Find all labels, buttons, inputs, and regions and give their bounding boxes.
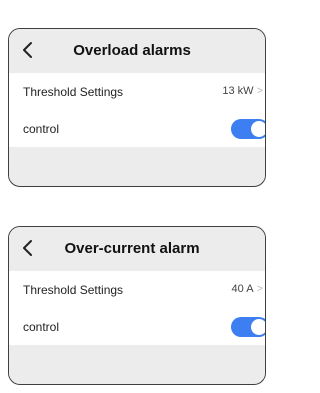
threshold-settings-row[interactable]: Threshold Settings 40 A > <box>9 271 265 308</box>
control-toggle[interactable] <box>231 119 265 139</box>
control-row: control <box>9 110 265 147</box>
page-title: Over-current alarm <box>64 240 200 257</box>
control-row: control <box>9 308 265 345</box>
control-toggle[interactable] <box>231 317 265 337</box>
panel-header: Over-current alarm <box>9 227 265 271</box>
threshold-settings-label: Threshold Settings <box>23 84 124 99</box>
settings-list: Threshold Settings 40 A > control <box>9 271 265 345</box>
toggle-knob <box>251 121 265 137</box>
control-label: control <box>23 319 60 334</box>
toggle-knob <box>251 319 265 335</box>
threshold-value: 13 kW <box>222 85 254 97</box>
threshold-value-group: 13 kW > <box>222 85 263 97</box>
threshold-value-group: 40 A > <box>232 283 263 295</box>
page-title: Overload alarms <box>73 42 191 59</box>
overload-alarms-panel: Overload alarms Threshold Settings 13 kW… <box>8 28 266 187</box>
chevron-right-icon: > <box>256 283 263 295</box>
chevron-right-icon: > <box>256 85 263 97</box>
panel-header: Overload alarms <box>9 29 265 73</box>
threshold-value: 40 A <box>231 283 254 295</box>
panel-footer <box>9 147 265 181</box>
threshold-settings-label: Threshold Settings <box>23 282 124 297</box>
control-label: control <box>23 121 60 136</box>
over-current-alarm-panel: Over-current alarm Threshold Settings 40… <box>8 226 266 385</box>
settings-list: Threshold Settings 13 kW > control <box>9 73 265 147</box>
threshold-settings-row[interactable]: Threshold Settings 13 kW > <box>9 73 265 110</box>
panel-footer <box>9 345 265 379</box>
